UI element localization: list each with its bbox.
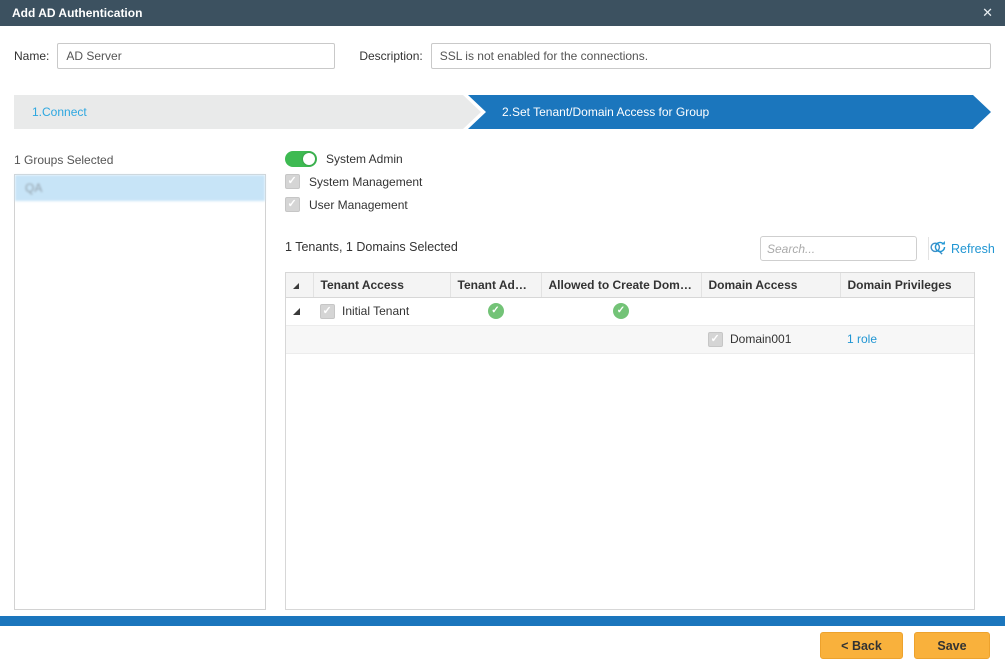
name-input[interactable]: [57, 43, 335, 69]
domain-checkbox[interactable]: [708, 332, 723, 347]
col-allowed-create-domain: Allowed to Create Domain ...: [541, 273, 701, 297]
wizard-step-access[interactable]: 2.Set Tenant/Domain Access for Group: [468, 95, 991, 129]
wizard-steps: 1.Connect 2.Set Tenant/Domain Access for…: [14, 95, 991, 129]
domain-name: Domain001: [730, 332, 791, 346]
tenant-row: Initial Tenant: [286, 297, 974, 325]
dialog-title: Add AD Authentication: [12, 6, 142, 20]
system-admin-toggle[interactable]: [285, 151, 317, 167]
tenant-checkbox[interactable]: [320, 304, 335, 319]
system-management-checkbox[interactable]: [285, 174, 300, 189]
refresh-button[interactable]: Refresh: [933, 240, 995, 257]
table-header-row: Tenant Access Tenant Admin... Allowed to…: [286, 273, 974, 297]
description-label: Description:: [359, 49, 422, 63]
user-management-checkbox[interactable]: [285, 197, 300, 212]
refresh-label: Refresh: [951, 242, 995, 256]
allowed-create-check-icon: [613, 303, 629, 319]
name-label: Name:: [14, 49, 49, 63]
back-button[interactable]: < Back: [820, 632, 903, 659]
col-domain-privileges: Domain Privileges: [840, 273, 974, 297]
wizard-step-connect[interactable]: 1.Connect: [14, 95, 481, 129]
group-list-item[interactable]: QA: [15, 175, 265, 201]
refresh-icon: [933, 240, 947, 257]
system-management-label: System Management: [309, 175, 422, 189]
system-admin-row: System Admin: [285, 151, 403, 167]
user-management-label: User Management: [309, 198, 408, 212]
collapse-all-icon[interactable]: [293, 283, 299, 289]
search-input[interactable]: [761, 237, 928, 260]
dialog-titlebar: Add AD Authentication ✕: [0, 0, 1005, 26]
tenants-summary: 1 Tenants, 1 Domains Selected: [285, 240, 458, 254]
wizard-step-access-label: 2.Set Tenant/Domain Access for Group: [502, 105, 709, 119]
footer-accent-bar: [0, 616, 1005, 626]
role-link[interactable]: 1 role: [847, 332, 877, 346]
tenant-domain-table: Tenant Access Tenant Admin... Allowed to…: [285, 272, 975, 610]
col-domain-access: Domain Access: [701, 273, 840, 297]
system-management-row: System Management: [285, 174, 422, 189]
groups-selected-label: 1 Groups Selected: [14, 153, 113, 167]
collapse-all-header: [286, 273, 313, 297]
search-box: [760, 236, 917, 261]
description-input[interactable]: [431, 43, 991, 69]
wizard-step-connect-label: 1.Connect: [32, 105, 87, 119]
form-row: Name: Description:: [14, 43, 991, 69]
tenant-admin-check-icon: [488, 303, 504, 319]
save-button[interactable]: Save: [914, 632, 990, 659]
group-list: QA: [14, 174, 266, 610]
close-icon[interactable]: ✕: [982, 5, 993, 21]
tenant-name: Initial Tenant: [342, 304, 409, 318]
add-ad-authentication-dialog: Add AD Authentication ✕ Name: Descriptio…: [0, 0, 1005, 667]
row-expander-icon[interactable]: [293, 308, 300, 315]
col-tenant-admin: Tenant Admin...: [450, 273, 541, 297]
col-tenant-access: Tenant Access: [313, 273, 450, 297]
user-management-row: User Management: [285, 197, 408, 212]
system-admin-label: System Admin: [326, 152, 403, 166]
domain-row: Domain001 1 role: [286, 325, 974, 353]
